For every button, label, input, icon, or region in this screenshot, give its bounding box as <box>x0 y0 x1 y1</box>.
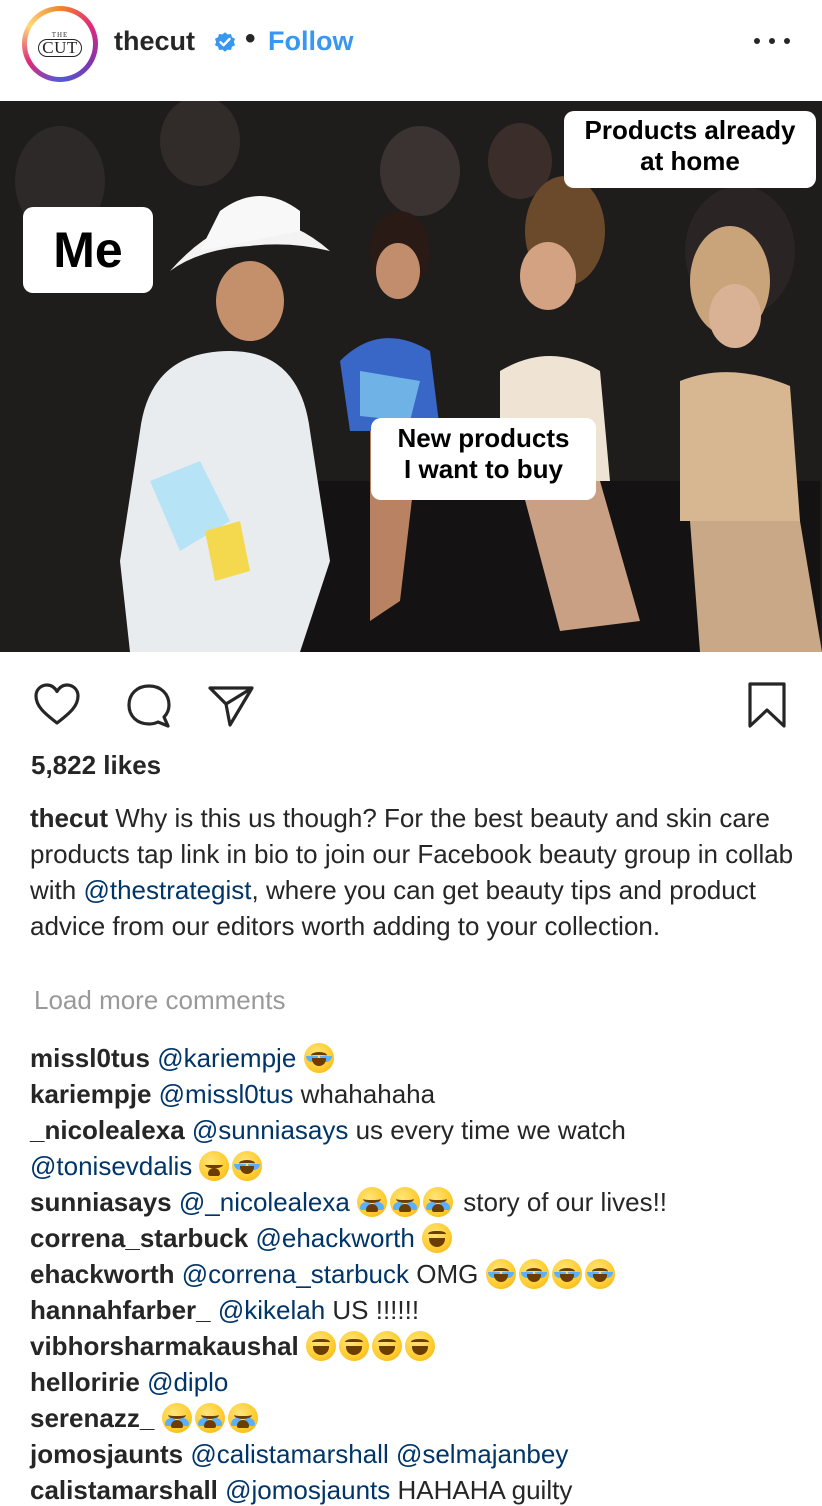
comment-text: OMG <box>409 1259 479 1289</box>
comment-username[interactable]: _nicolealexa <box>30 1115 185 1145</box>
comment-item: calistamarshall @jomosjaunts HAHAHA guil… <box>30 1472 810 1506</box>
comment-item: missl0tus @kariempje <box>30 1040 810 1076</box>
action-bar <box>0 670 822 740</box>
comment-mention[interactable]: @sunniasays <box>192 1115 348 1145</box>
tears-of-joy-emoji-icon <box>303 1043 334 1073</box>
comment-mention[interactable]: @calistamarshall <box>190 1439 388 1469</box>
comment-mention[interactable]: @missl0tus <box>159 1079 294 1109</box>
comment-username[interactable]: correna_starbuck <box>30 1223 248 1253</box>
crying-emoji-icon <box>194 1403 225 1433</box>
follow-button[interactable]: Follow <box>268 26 353 57</box>
comment-username[interactable]: sunniasays <box>30 1187 172 1217</box>
comment-mention[interactable]: @jomosjaunts <box>225 1475 390 1505</box>
tears-of-joy-emoji-icon <box>551 1259 582 1289</box>
bookmark-icon[interactable] <box>742 680 792 730</box>
comment-mention[interactable]: @kariempje <box>157 1043 296 1073</box>
meme-label-products-at-home: Products already at home <box>564 111 816 188</box>
crying-emoji-icon <box>357 1187 388 1217</box>
post-username[interactable]: thecut <box>114 26 195 57</box>
tears-of-joy-emoji-icon <box>232 1151 263 1181</box>
tears-of-joy-emoji-icon <box>518 1259 549 1289</box>
comment-text: HAHAHA guilty <box>390 1475 573 1505</box>
comment-item: sunniasays @_nicolealexa story of our li… <box>30 1184 810 1220</box>
more-options-icon[interactable] <box>754 26 790 56</box>
heart-icon[interactable] <box>32 680 82 730</box>
comment-item: ehackworth @correna_starbuck OMG <box>30 1256 810 1292</box>
caption-mention[interactable]: @thestrategist <box>83 875 251 905</box>
crying-emoji-icon <box>161 1403 192 1433</box>
comment-username[interactable]: ehackworth <box>30 1259 175 1289</box>
comment-item: correna_starbuck @ehackworth <box>30 1220 810 1256</box>
comment-username[interactable]: hannahfarber_ <box>30 1295 211 1325</box>
comment-mention[interactable]: @diplo <box>147 1367 228 1397</box>
tears-of-joy-emoji-icon <box>584 1259 615 1289</box>
comment-item: _nicolealexa @sunniasays us every time w… <box>30 1112 810 1184</box>
caption-username[interactable]: thecut <box>30 803 108 833</box>
crying-emoji-icon <box>423 1187 454 1217</box>
comment-item: hannahfarber_ @kikelah US !!!!!! <box>30 1292 810 1328</box>
comment-username[interactable]: missl0tus <box>30 1043 150 1073</box>
comment-item: kariempje @missl0tus whahahaha <box>30 1076 810 1112</box>
comment-item: vibhorsharmakaushal <box>30 1328 810 1364</box>
separator-dot: • <box>245 22 256 55</box>
comment-text <box>389 1439 396 1469</box>
post-header: THE CUT thecut • Follow <box>0 0 822 100</box>
comment-item: jomosjaunts @calistamarshall @selmajanbe… <box>30 1436 810 1472</box>
comment-mention[interactable]: @selmajanbey <box>396 1439 568 1469</box>
comment-icon[interactable] <box>124 680 174 730</box>
comment-username[interactable]: helloririe <box>30 1367 140 1397</box>
comment-item: serenazz_ <box>30 1400 810 1436</box>
comment-text: whahahaha <box>293 1079 436 1109</box>
comment-username[interactable]: vibhorsharmakaushal <box>30 1331 299 1361</box>
crying-emoji-icon <box>227 1403 258 1433</box>
comment-username[interactable]: jomosjaunts <box>30 1439 183 1469</box>
laughing-emoji-icon <box>422 1223 453 1253</box>
meme-label-line: at home <box>640 146 740 177</box>
story-ring[interactable]: THE CUT <box>22 6 98 82</box>
laughing-emoji-icon <box>405 1331 436 1361</box>
verified-badge-icon <box>215 32 235 52</box>
likes-count[interactable]: 5,822 likes <box>31 750 161 781</box>
weary-emoji-icon <box>199 1151 230 1181</box>
meme-label-line: Products already <box>584 115 796 145</box>
avatar-logo-text: CUT <box>38 39 82 57</box>
comment-mention[interactable]: @_nicolealexa <box>179 1187 350 1217</box>
comment-username[interactable]: kariempje <box>30 1079 151 1109</box>
comment-mention[interactable]: @correna_starbuck <box>182 1259 409 1289</box>
comment-username[interactable]: serenazz_ <box>30 1403 154 1433</box>
avatar[interactable]: THE CUT <box>27 11 93 77</box>
meme-label-new-products: New products I want to buy <box>371 418 596 500</box>
comment-item: helloririe @diplo <box>30 1364 810 1400</box>
comment-mention[interactable]: @tonisevdalis <box>30 1151 192 1181</box>
meme-label-line: I want to buy <box>404 454 563 485</box>
crying-emoji-icon <box>390 1187 421 1217</box>
post-image[interactable]: Me Products already at home New products… <box>0 101 822 652</box>
meme-label-me: Me <box>23 207 153 293</box>
comment-username[interactable]: calistamarshall <box>30 1475 218 1505</box>
load-more-comments-button[interactable]: Load more comments <box>34 985 285 1016</box>
comment-mention[interactable]: @ehackworth <box>255 1223 414 1253</box>
tears-of-joy-emoji-icon <box>485 1259 516 1289</box>
comment-text: story of our lives!! <box>456 1187 668 1217</box>
laughing-emoji-icon <box>372 1331 403 1361</box>
laughing-emoji-icon <box>339 1331 370 1361</box>
post-caption: thecut Why is this us though? For the be… <box>30 800 805 944</box>
comment-text: US !!!!!! <box>325 1295 420 1325</box>
comment-mention[interactable]: @kikelah <box>218 1295 325 1325</box>
meme-label-line: New products <box>397 423 570 453</box>
laughing-emoji-icon <box>306 1331 337 1361</box>
share-icon[interactable] <box>206 680 256 730</box>
comment-text: us every time we watch <box>348 1115 626 1145</box>
comment-list: missl0tus @kariempje kariempje @missl0tu… <box>30 1040 810 1506</box>
